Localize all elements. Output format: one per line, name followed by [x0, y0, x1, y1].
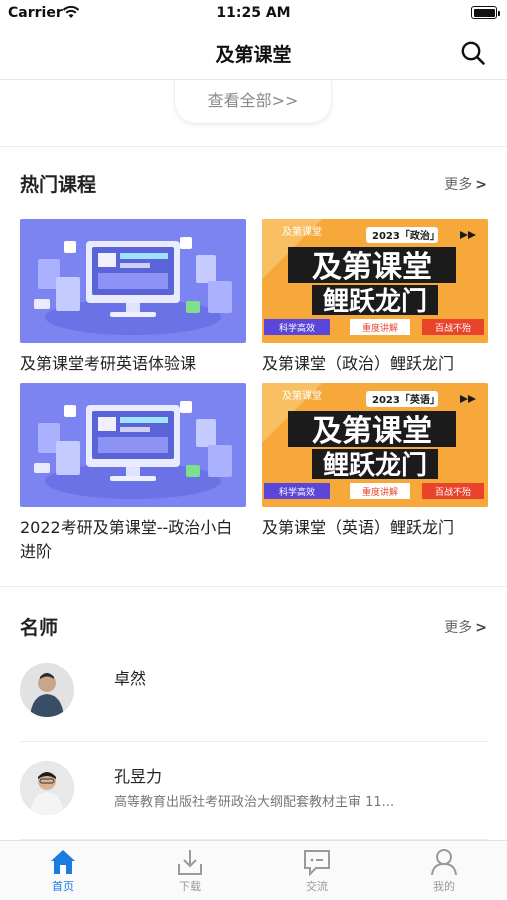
tab-label: 交流 [306, 880, 328, 893]
chevron-right-icon: > [475, 620, 487, 636]
teacher-description: 高等教育出版社考研政治大纲配套教材主审 11... [114, 795, 395, 810]
computer-illustration [34, 401, 232, 499]
section-title: 热门课程 [20, 174, 97, 196]
course-title: 及第课堂考研英语体验课 [20, 354, 197, 373]
course-card[interactable]: 及第课堂考研英语体验课 [20, 219, 246, 376]
course-thumbnail [20, 219, 246, 343]
course-thumbnail: 及第课堂 2023「英语」 及第课堂 鲤跃龙门 科学高效 重度讲解 百战不殆 [262, 383, 488, 507]
tab-label: 首页 [52, 880, 74, 893]
poster-line2: 鲤跃龙门 [323, 287, 427, 317]
home-icon [51, 850, 75, 874]
poster-line2: 鲤跃龙门 [323, 451, 427, 481]
avatar [20, 663, 74, 717]
chevron-right-icon: > [475, 177, 487, 193]
section-title: 名师 [20, 617, 59, 639]
teacher-item[interactable]: 卓然 [20, 663, 487, 751]
tab-chat[interactable]: 交流 [254, 841, 380, 900]
tab-home[interactable]: 首页 [0, 841, 126, 900]
poster-tag: 科学高效 [279, 486, 315, 498]
view-all-button[interactable]: 查看全部>> [174, 80, 332, 124]
profile-icon [431, 849, 457, 876]
teacher-name: 孔昱力 [114, 767, 163, 786]
course-thumbnail: 及第课堂 2023「政治」 及第课堂 鲤跃龙门 科学高效 重度讲解 百战不殆 [262, 219, 488, 343]
battery-icon [471, 6, 500, 19]
poster-line1: 及第课堂 [312, 250, 432, 285]
tab-bar: 首页 下载 交流 我的 [0, 840, 507, 900]
poster-tag: 百战不殆 [435, 322, 471, 334]
more-link[interactable]: 更多 > [444, 617, 487, 637]
poster-tag: 重度讲解 [362, 322, 398, 334]
course-card[interactable]: 及第课堂 2023「政治」 及第课堂 鲤跃龙门 科学高效 重度讲解 百战不殆 及… [262, 219, 488, 376]
course-thumbnail [20, 383, 246, 507]
scroll-content[interactable]: 查看全部>> 热门课程 更多 > 及第课堂考研英语体验课 及第课堂 2023「政… [0, 80, 507, 840]
section-divider [0, 146, 507, 147]
download-icon [178, 850, 202, 875]
search-icon[interactable] [460, 40, 486, 66]
poster-brand: 及第课堂 [282, 389, 322, 402]
poster-tag: 科学高效 [279, 322, 315, 334]
poster-illustration: 及第课堂 2023「政治」 及第课堂 鲤跃龙门 科学高效 重度讲解 百战不殆 [262, 219, 488, 343]
section-divider [0, 586, 507, 587]
hot-courses-header: 热门课程 更多 > [20, 170, 487, 202]
poster-line1: 及第课堂 [312, 414, 432, 449]
tab-profile[interactable]: 我的 [381, 841, 507, 900]
poster-brand: 及第课堂 [282, 225, 322, 238]
course-title: 及第课堂（英语）鲤跃龙门 [262, 518, 455, 537]
teacher-item[interactable]: 孔昱力 高等教育出版社考研政治大纲配套教材主审 11... [20, 761, 487, 840]
computer-illustration [34, 237, 232, 335]
course-title: 及第课堂（政治）鲤跃龙门 [262, 354, 455, 373]
page-title: 及第课堂 [215, 44, 292, 66]
teacher-name: 卓然 [114, 669, 147, 688]
list-divider [20, 741, 487, 742]
more-link[interactable]: 更多 > [444, 174, 487, 194]
course-card[interactable]: 及第课堂 2023「英语」 及第课堂 鲤跃龙门 科学高效 重度讲解 百战不殆 及… [262, 383, 488, 540]
teachers-header: 名师 更多 > [20, 613, 487, 645]
clock-time: 11:25 AM [216, 5, 291, 21]
chat-icon [304, 850, 330, 877]
tab-label: 下载 [179, 880, 201, 893]
avatar [20, 761, 74, 815]
navigation-bar: 及第课堂 [0, 28, 507, 80]
course-title: 2022考研及第课堂--政治小白进阶 [20, 518, 233, 561]
poster-tag: 重度讲解 [362, 486, 398, 498]
tab-download[interactable]: 下载 [127, 841, 253, 900]
tab-label: 我的 [433, 880, 455, 893]
poster-badge: 2023「英语」 [372, 393, 440, 406]
poster-badge: 2023「政治」 [372, 229, 440, 242]
poster-tag: 百战不殆 [435, 486, 471, 498]
course-card[interactable]: 2022考研及第课堂--政治小白进阶 [20, 383, 246, 564]
status-bar: Carrier 11:25 AM [0, 0, 507, 28]
poster-illustration: 及第课堂 2023「英语」 及第课堂 鲤跃龙门 科学高效 重度讲解 百战不殆 [262, 383, 488, 507]
view-all-section: 查看全部>> [0, 80, 507, 146]
